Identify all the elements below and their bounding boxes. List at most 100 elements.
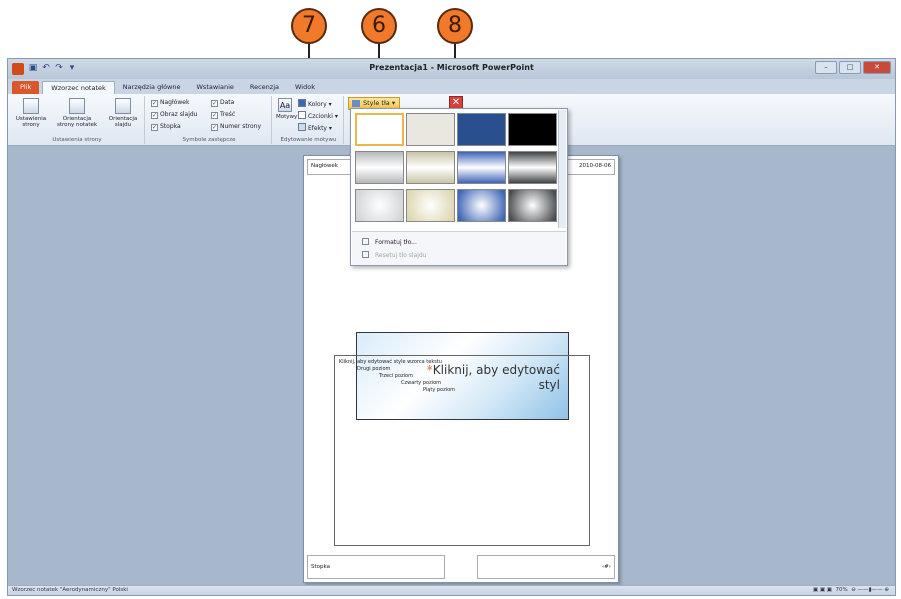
footer-checkbox-label: Stopka <box>160 123 181 130</box>
tab-insert[interactable]: Wstawianie <box>189 81 242 94</box>
page-number-placeholder[interactable]: ‹#› <box>477 555 615 579</box>
callout-8: 8 <box>437 8 473 44</box>
background-styles-gallery: Formatuj tło... Resetuj tło slajdu <box>350 108 568 266</box>
background-style-swatch[interactable] <box>508 113 557 146</box>
footer-placeholder[interactable]: Stopka <box>307 555 445 579</box>
background-styles-label: Style tła <box>363 99 390 107</box>
close-window-button[interactable]: ✕ <box>863 61 891 74</box>
page-setup-icon <box>23 98 39 114</box>
format-background-icon <box>362 238 369 245</box>
notes-level-2: Drugi poziom <box>357 366 391 372</box>
themes-icon: Aa <box>278 98 292 112</box>
notes-level-4: Czwarty poziom <box>401 380 442 386</box>
slide-orientation-button[interactable]: Orientacja slajdu <box>104 98 142 128</box>
slide-image-checkbox-label: Obraz slajdu <box>160 111 198 118</box>
background-style-swatch[interactable] <box>355 113 404 146</box>
background-style-swatch[interactable] <box>508 189 557 222</box>
slide-orientation-label: Orientacja slajdu <box>108 116 138 128</box>
window-controls: – □ ✕ <box>815 61 891 74</box>
body-checkbox-label: Treść <box>220 111 236 118</box>
page-number-checkbox-label: Numer strony <box>220 123 262 130</box>
body-checkbox[interactable]: ✓ Treść <box>211 111 235 119</box>
date-checkbox[interactable]: ✓ Data <box>211 99 234 107</box>
slide-orientation-icon <box>115 98 131 114</box>
notes-level-5: Piąty poziom <box>423 387 456 393</box>
background-style-swatch[interactable] <box>355 151 404 184</box>
group-label-placeholders: Symbole zastępcze <box>182 137 236 143</box>
group-label-edit-theme: Edytowanie motywu <box>280 137 337 143</box>
group-placeholders: ✓ Nagłówek ✓ Obraz slajdu ✓ Stopka ✓ Data ✓ T… <box>147 96 272 144</box>
gallery-menu: Formatuj tło... Resetuj tło slajdu <box>352 231 566 265</box>
minimize-button[interactable]: – <box>815 61 837 74</box>
tab-home[interactable]: Narzędzia główne <box>115 81 189 94</box>
tab-notes-master[interactable]: Wzorzec notatek <box>42 81 115 94</box>
page-number-checkbox[interactable]: ✓ Numer strony <box>211 123 261 131</box>
group-edit-theme: Aa Motywy Kolory ▾ Czcionki ▾ Efekty ▾ Ed… <box>274 96 344 144</box>
status-text: Wzorzec notatek "Aerodynamiczny" Polski <box>12 587 128 593</box>
window-title: Prezentacja1 - Microsoft PowerPoint <box>369 63 534 72</box>
header-text: Nagłówek <box>311 163 338 169</box>
page-setup-label: Ustawienia strony <box>15 116 47 128</box>
background-style-swatch[interactable] <box>406 189 455 222</box>
ribbon-tabs: Plik Wzorzec notatek Narzędzia główne Ws… <box>8 79 895 94</box>
slide-image-checkbox[interactable]: ✓ Obraz slajdu <box>151 111 197 119</box>
gallery-scrollbar[interactable] <box>558 110 566 228</box>
notes-level-1: Kliknij, aby edytować style wzorca tekst… <box>339 359 442 365</box>
background-style-swatch[interactable] <box>355 189 404 222</box>
notes-orientation-label: Orientacja strony notatek <box>56 116 98 128</box>
effects-label: Efekty <box>308 125 327 132</box>
check-icon: ✓ <box>211 100 218 107</box>
tab-view[interactable]: Widok <box>287 81 323 94</box>
header-checkbox[interactable]: ✓ Nagłówek <box>151 99 189 107</box>
background-style-swatch[interactable] <box>457 113 506 146</box>
format-background-item[interactable]: Formatuj tło... <box>362 238 417 246</box>
page-setup-button[interactable]: Ustawienia strony <box>12 98 50 128</box>
title-bar: ▣ ↶ ↷ ▾ Prezentacja1 - Microsoft PowerPo… <box>8 59 895 79</box>
check-icon: ✓ <box>151 112 158 119</box>
callout-6: 6 <box>361 8 397 44</box>
header-checkbox-label: Nagłówek <box>160 99 190 106</box>
check-icon: ✓ <box>151 100 158 107</box>
tab-file[interactable]: Plik <box>12 81 40 94</box>
check-icon: ✓ <box>211 112 218 119</box>
colors-label: Kolory <box>308 101 327 108</box>
group-page-setup: Ustawienia strony Orientacja strony nota… <box>10 96 145 144</box>
format-background-label: Formatuj tło... <box>375 239 417 246</box>
themes-label: Motywy <box>276 114 298 120</box>
notes-orientation-button[interactable]: Orientacja strony notatek <box>54 98 100 128</box>
background-style-swatch[interactable] <box>457 151 506 184</box>
fonts-icon <box>298 111 306 119</box>
page-number-text: ‹#› <box>601 564 611 570</box>
notes-body-placeholder[interactable]: Kliknij, aby edytować style wzorca tekst… <box>334 355 590 546</box>
notes-level-3: Trzeci poziom <box>379 373 413 379</box>
maximize-button[interactable]: □ <box>839 61 861 74</box>
footer-text: Stopka <box>311 564 330 570</box>
group-label-page-setup: Ustawienia strony <box>52 137 102 143</box>
notes-orientation-icon <box>69 98 85 114</box>
fonts-label: Czcionki <box>308 113 333 120</box>
check-icon: ✓ <box>151 124 158 131</box>
colors-button[interactable]: Kolory ▾ <box>298 99 332 108</box>
themes-button[interactable]: Aa Motywy <box>276 98 298 120</box>
reset-background-label: Resetuj tło slajdu <box>375 252 427 259</box>
background-style-swatch[interactable] <box>508 151 557 184</box>
background-style-swatch[interactable] <box>406 113 455 146</box>
fonts-button[interactable]: Czcionki ▾ <box>298 111 338 120</box>
reset-background-icon <box>362 251 369 258</box>
date-text: 2010-08-06 <box>579 163 611 169</box>
effects-icon <box>298 123 306 131</box>
zoom-level: 70% <box>835 587 848 593</box>
check-icon: ✓ <box>211 124 218 131</box>
background-style-swatch[interactable] <box>406 151 455 184</box>
footer-checkbox[interactable]: ✓ Stopka <box>151 123 181 131</box>
status-bar: Wzorzec notatek "Aerodynamiczny" Polski … <box>8 585 895 595</box>
tab-review[interactable]: Recenzja <box>242 81 287 94</box>
effects-button[interactable]: Efekty ▾ <box>298 123 332 132</box>
date-checkbox-label: Data <box>220 99 235 106</box>
colors-icon <box>298 99 306 107</box>
reset-background-item[interactable]: Resetuj tło slajdu <box>362 251 427 259</box>
zoom-controls[interactable]: ▣ ▣ ▣ 70% ⊖ ——▮—— ⊕ <box>813 586 889 595</box>
callout-layer: 7 6 8 <box>0 0 901 106</box>
callout-7: 7 <box>291 8 327 44</box>
background-style-swatch[interactable] <box>457 189 506 222</box>
